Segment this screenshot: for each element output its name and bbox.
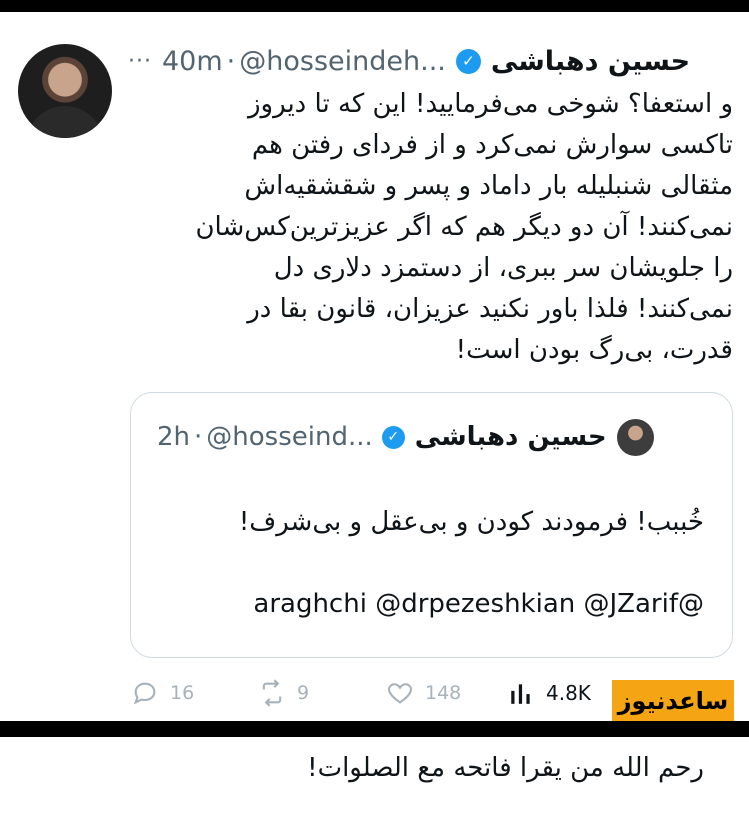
quoted-author-handle: @hosseind... bbox=[206, 422, 373, 452]
status-bar-top bbox=[0, 0, 749, 12]
author-handle[interactable]: @hosseindeh... bbox=[239, 46, 446, 77]
quoted-tweet-body: خُببب! فرمودند کودن و بی‌عقل و بی‌شرف! @… bbox=[144, 461, 704, 830]
quoted-mentions[interactable]: @araghchi @drpezeshkian @JZarif bbox=[144, 584, 704, 625]
tweet-header: ··· 40m · @hosseindeh... ✓ حسین دهباشی bbox=[128, 41, 733, 81]
repost-count: 9 bbox=[297, 682, 310, 704]
heart-icon bbox=[388, 683, 412, 704]
reply-icon bbox=[133, 682, 156, 705]
verified-badge-icon: ✓ bbox=[455, 48, 481, 74]
like-button[interactable]: 148 bbox=[385, 679, 508, 707]
views-chart-icon bbox=[511, 684, 530, 704]
author-name[interactable]: حسین دهباشی bbox=[491, 46, 690, 77]
more-options-icon[interactable]: ··· bbox=[128, 49, 162, 74]
tweet-actions-bar: 16 9 148 4.8K bbox=[130, 676, 600, 710]
header-separator: · bbox=[226, 45, 236, 77]
quoted-tweet-header: 2h · @hosseind... ✓ حسین دهباشی bbox=[157, 418, 707, 456]
status-bar-bottom bbox=[0, 721, 749, 737]
saednews-watermark-logo: ساعدنیوز bbox=[612, 680, 734, 721]
views-button[interactable]: 4.8K bbox=[508, 680, 591, 706]
quoted-tweet-time: 2h bbox=[157, 422, 191, 452]
quoted-author-avatar bbox=[616, 418, 654, 456]
views-count: 4.8K bbox=[546, 681, 591, 705]
avatar-shoulders bbox=[26, 106, 104, 138]
author-avatar[interactable] bbox=[18, 44, 112, 138]
reply-count: 16 bbox=[170, 682, 195, 704]
like-count: 148 bbox=[425, 682, 462, 704]
quoted-line-1: خُببب! فرمودند کودن و بی‌عقل و بی‌شرف! bbox=[238, 507, 704, 537]
quoted-line-4: رحم الله من یقرا فاتحه مع الصلوات! bbox=[307, 753, 704, 783]
quoted-tweet-card[interactable]: 2h · @hosseind... ✓ حسین دهباشی خُببب! ف… bbox=[130, 392, 733, 783]
reply-button[interactable]: 16 bbox=[130, 679, 257, 707]
quoted-verified-badge-icon: ✓ bbox=[381, 425, 405, 449]
repost-icon bbox=[262, 679, 282, 707]
tweet-body-text: و استعفا؟ شوخی می‌فرمایید! این که تا دیر… bbox=[195, 89, 733, 365]
quoted-author-name: حسین دهباشی bbox=[414, 422, 607, 452]
tweet-time[interactable]: 40m bbox=[162, 46, 223, 77]
quoted-header-separator: · bbox=[194, 422, 203, 452]
repost-button[interactable]: 9 bbox=[257, 679, 385, 707]
